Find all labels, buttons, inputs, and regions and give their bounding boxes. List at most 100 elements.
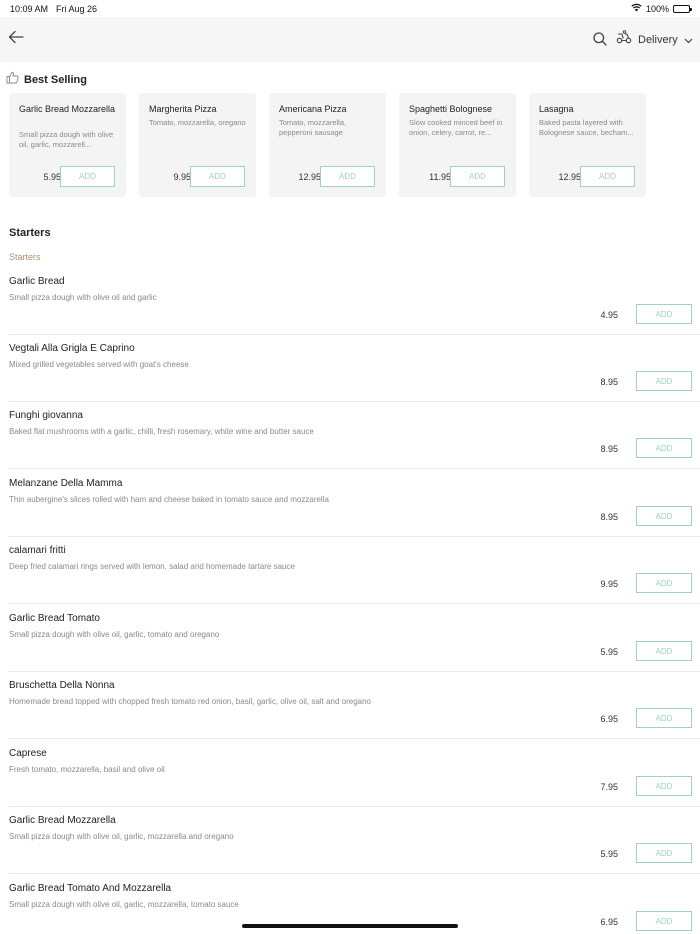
- card-price: 9.95: [173, 172, 191, 182]
- item-description: Fresh tomato, mozzarella, basil and oliv…: [9, 765, 165, 774]
- top-nav-bar: Delivery: [0, 17, 700, 62]
- menu-item[interactable]: Funghi giovanna Baked flat mushrooms wit…: [0, 410, 700, 478]
- item-description: Thin aubergine's slices rolled with ham …: [9, 495, 329, 504]
- item-name: Garlic Bread Tomato: [9, 613, 100, 624]
- add-button[interactable]: ADD: [636, 438, 692, 458]
- divider: [9, 738, 700, 739]
- card-price: 12.95: [298, 172, 321, 182]
- add-button[interactable]: ADD: [636, 776, 692, 796]
- scooter-icon: [616, 30, 632, 49]
- add-button[interactable]: ADD: [190, 166, 245, 187]
- divider: [9, 603, 700, 604]
- divider: [9, 468, 700, 469]
- add-button[interactable]: ADD: [636, 641, 692, 661]
- card-title: Margherita Pizza: [149, 104, 217, 114]
- home-indicator: [242, 924, 458, 928]
- card-description: Small pizza dough with olive oil, garlic…: [19, 130, 114, 149]
- battery-percent: 100%: [645, 3, 669, 14]
- menu-item[interactable]: Garlic Bread Mozzarella Small pizza doug…: [0, 815, 700, 883]
- add-button[interactable]: ADD: [636, 708, 692, 728]
- item-name: Bruschetta Della Nonna: [9, 680, 115, 691]
- divider: [9, 671, 700, 672]
- status-time: 10:09 AM: [10, 4, 49, 14]
- item-description: Mixed grilled vegetables served with goa…: [9, 360, 189, 369]
- back-button[interactable]: [6, 29, 26, 49]
- add-button[interactable]: ADD: [636, 371, 692, 391]
- menu-item[interactable]: Garlic Bread Small pizza dough with oliv…: [0, 276, 700, 344]
- divider: [9, 806, 700, 807]
- divider: [9, 334, 700, 335]
- add-button[interactable]: ADD: [636, 506, 692, 526]
- card-title: Spaghetti Bolognese: [409, 104, 493, 114]
- card-description: Tomato, mozzarella, oregano: [149, 118, 246, 127]
- item-price: 5.95: [600, 647, 618, 657]
- best-selling-card[interactable]: Margherita Pizza Tomato, mozzarella, ore…: [139, 93, 256, 197]
- item-price: 9.95: [600, 579, 618, 589]
- add-button[interactable]: ADD: [450, 166, 505, 187]
- add-button[interactable]: ADD: [636, 304, 692, 324]
- item-description: Small pizza dough with olive oil, garlic…: [9, 900, 239, 909]
- menu-item[interactable]: Melanzane Della Mamma Thin aubergine's s…: [0, 478, 700, 546]
- item-price: 8.95: [600, 444, 618, 454]
- card-description: Slow cooked minced beef in onion, celery…: [409, 118, 503, 137]
- status-bar: 10:09 AM Fri Aug 26 100%: [0, 0, 700, 17]
- best-selling-card[interactable]: Spaghetti Bolognese Slow cooked minced b…: [399, 93, 516, 197]
- status-date: Fri Aug 26: [56, 4, 98, 14]
- status-indicators: 100%: [631, 3, 692, 14]
- card-description: Tomato, mozzarella, pepperoni sausage: [279, 118, 347, 137]
- item-description: Small pizza dough with olive oil, garlic…: [9, 630, 220, 639]
- card-title: Americana Pizza: [279, 104, 347, 114]
- best-selling-card[interactable]: Garlic Bread Mozzarella Small pizza doug…: [9, 93, 126, 197]
- add-button[interactable]: ADD: [636, 573, 692, 593]
- thumbs-up-icon: [6, 71, 19, 89]
- item-name: Vegtali Alla Grigla E Caprino: [9, 343, 135, 354]
- best-selling-card[interactable]: Lasagna Baked pasta layered with Bologne…: [529, 93, 646, 197]
- item-description: Homemade bread topped with chopped fresh…: [9, 697, 371, 706]
- card-price: 12.95: [558, 172, 581, 182]
- divider: [9, 536, 700, 537]
- item-price: 7.95: [600, 782, 618, 792]
- best-selling-card[interactable]: Americana Pizza Tomato, mozzarella, pepp…: [269, 93, 386, 197]
- item-name: Melanzane Della Mamma: [9, 478, 123, 489]
- card-description: Baked pasta layered with Bolognese sauce…: [539, 118, 634, 137]
- item-name: calamari fritti: [9, 545, 66, 556]
- item-price: 4.95: [600, 310, 618, 320]
- item-description: Small pizza dough with olive oil and gar…: [9, 293, 157, 302]
- add-button[interactable]: ADD: [320, 166, 375, 187]
- item-price: 5.95: [600, 849, 618, 859]
- item-name: Garlic Bread: [9, 276, 65, 287]
- chevron-down-icon: [684, 31, 693, 49]
- menu-item[interactable]: Caprese Fresh tomato, mozzarella, basil …: [0, 748, 700, 816]
- add-button[interactable]: ADD: [636, 843, 692, 863]
- card-price: 11.95: [429, 172, 451, 182]
- menu-item[interactable]: Bruschetta Della Nonna Homemade bread to…: [0, 680, 700, 748]
- card-title: Garlic Bread Mozzarella: [19, 104, 116, 114]
- delivery-mode-selector[interactable]: Delivery: [616, 30, 693, 49]
- menu-item[interactable]: calamari fritti Deep fried calamari ring…: [0, 545, 700, 613]
- section-title: Starters: [9, 227, 51, 239]
- item-price: 8.95: [600, 512, 618, 522]
- item-description: Small pizza dough with olive oil, garlic…: [9, 832, 234, 841]
- item-description: Baked flat mushrooms with a garlic, chil…: [9, 427, 314, 436]
- item-name: Garlic Bread Mozzarella: [9, 815, 116, 826]
- divider: [9, 873, 700, 874]
- subsection-title: Starters: [9, 252, 41, 262]
- add-button[interactable]: ADD: [580, 166, 635, 187]
- add-button[interactable]: ADD: [60, 166, 115, 187]
- item-price: 6.95: [600, 714, 618, 724]
- delivery-label: Delivery: [638, 33, 678, 46]
- search-button[interactable]: [592, 31, 610, 49]
- battery-icon: [673, 4, 692, 13]
- menu-item[interactable]: Garlic Bread Tomato Small pizza dough wi…: [0, 613, 700, 681]
- item-name: Garlic Bread Tomato And Mozzarella: [9, 883, 172, 894]
- wifi-icon: [631, 3, 642, 14]
- search-icon: [592, 32, 608, 51]
- menu-item[interactable]: Vegtali Alla Grigla E Caprino Mixed gril…: [0, 343, 700, 411]
- item-name: Funghi giovanna: [9, 410, 83, 421]
- best-selling-title: Best Selling: [24, 74, 87, 86]
- add-button[interactable]: ADD: [636, 911, 692, 931]
- card-title: Lasagna: [539, 104, 574, 114]
- item-price: 6.95: [600, 917, 618, 927]
- item-name: Caprese: [9, 748, 47, 759]
- arrow-left-icon: [8, 30, 24, 49]
